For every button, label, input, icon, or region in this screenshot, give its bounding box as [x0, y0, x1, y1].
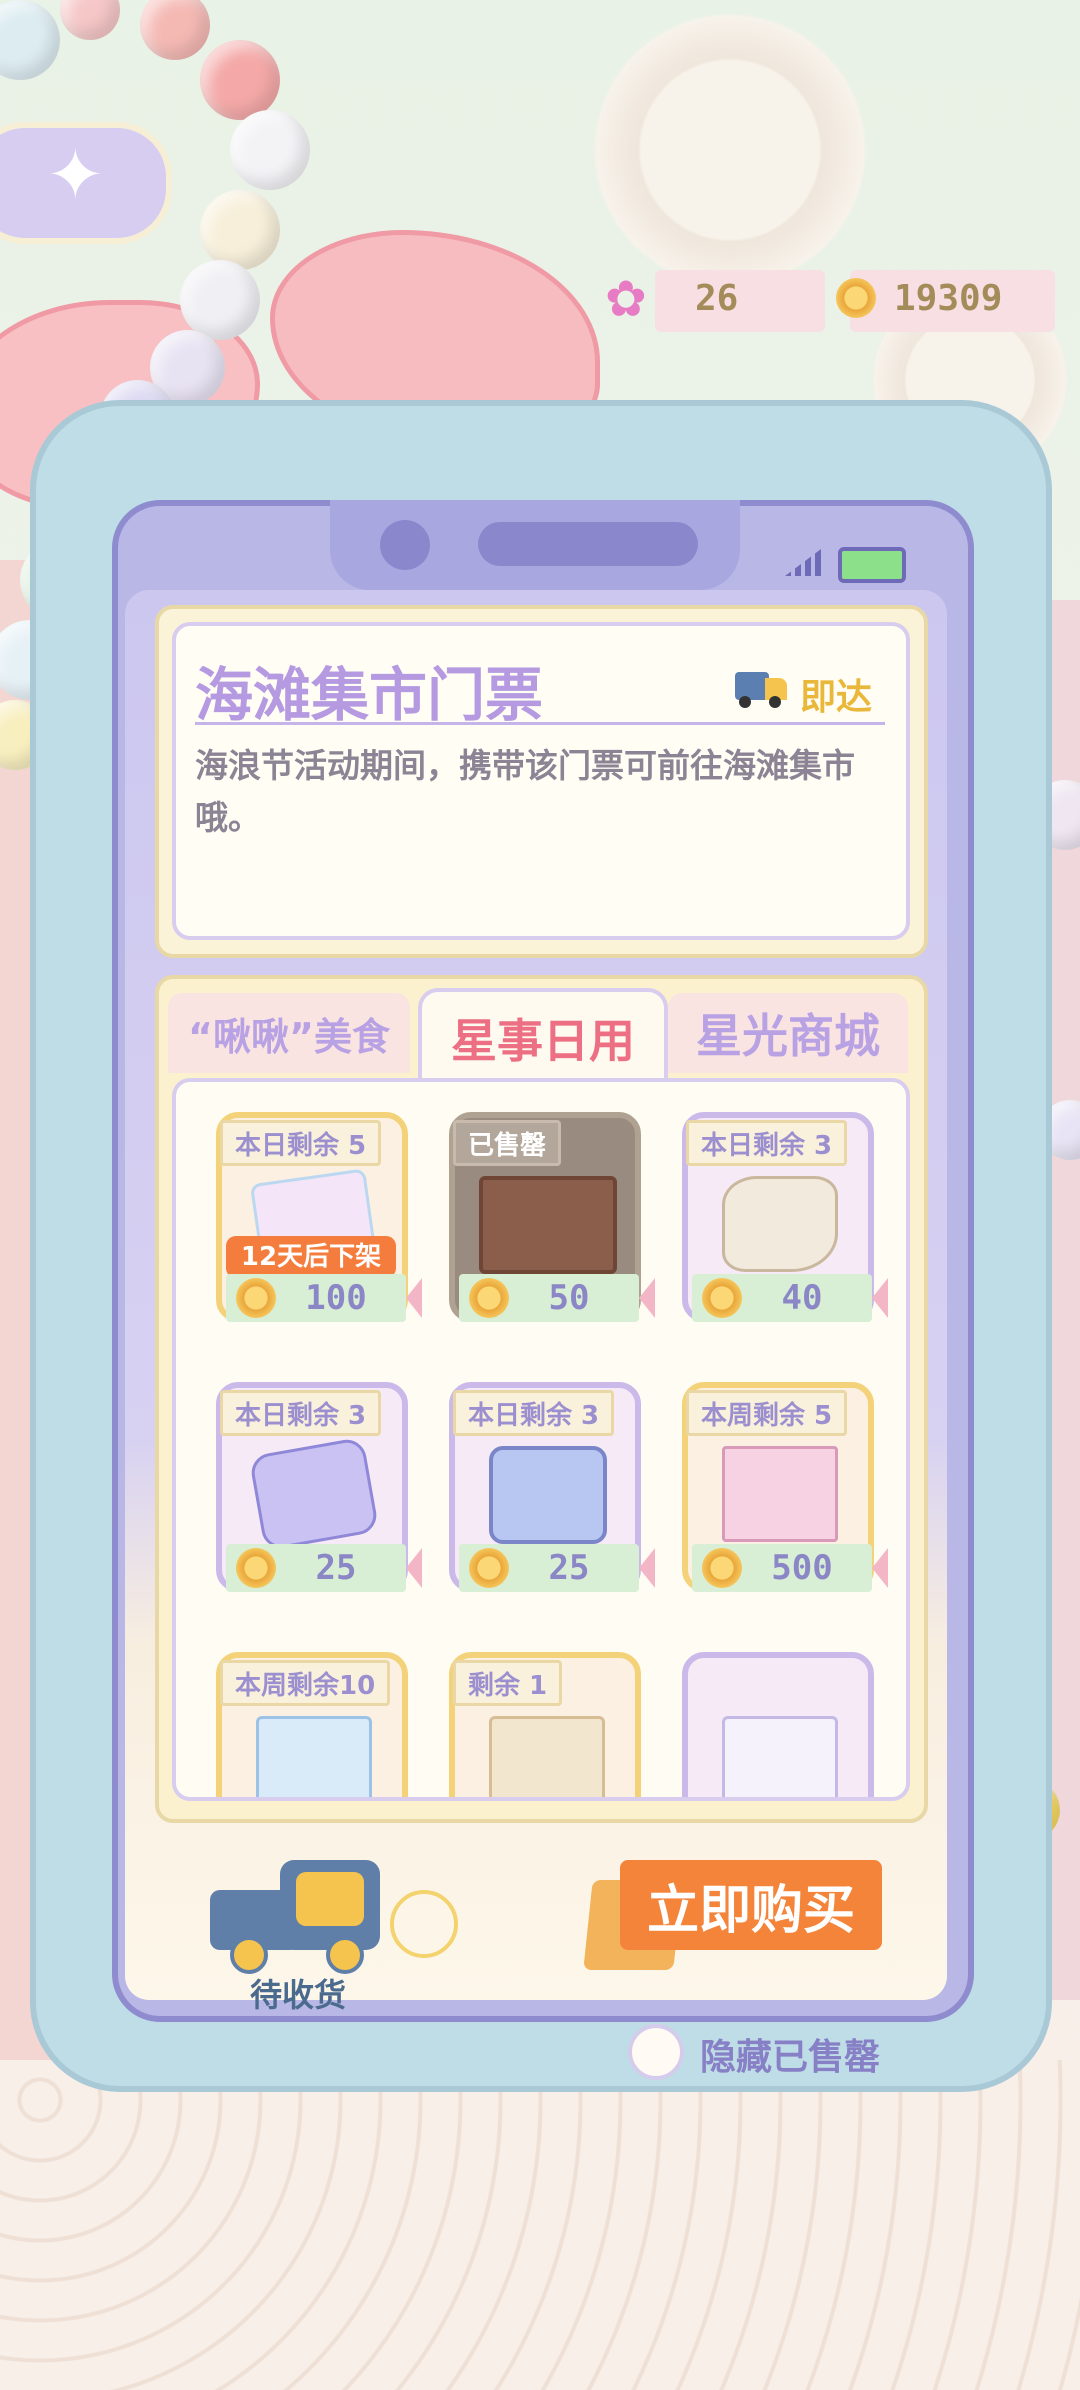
bead: [180, 260, 260, 340]
price-tag: 40: [692, 1274, 872, 1322]
coin-icon: [469, 1548, 509, 1588]
shop-item[interactable]: 本周剩余 5 500: [682, 1382, 888, 1606]
price-tag: 25: [459, 1544, 639, 1592]
shop-item[interactable]: [682, 1652, 874, 1797]
delivery-label: 即达: [800, 677, 873, 718]
delivery-truck-icon: [210, 1850, 380, 1974]
speaker-bar: [478, 522, 698, 566]
coin-icon: [836, 278, 876, 318]
pillow-item-icon: [248, 1436, 380, 1552]
compass-star-icon: ✦: [46, 134, 105, 216]
bead: [200, 190, 280, 270]
hide-sold-out-toggle[interactable]: 隐藏已售罄: [628, 2020, 908, 2082]
gem-amount: 26: [695, 278, 739, 319]
stock-tag: 剩余 1: [453, 1660, 563, 1706]
bead: [140, 0, 210, 60]
bead: [60, 0, 120, 40]
coin-icon: [236, 1548, 276, 1588]
shop-item[interactable]: 本日剩余 3 40: [682, 1112, 888, 1336]
stock-tag: 本周剩余 5: [686, 1390, 848, 1436]
bottom-lace: [0, 2060, 1080, 2390]
coin-counter: 19309: [830, 266, 1055, 336]
note-item-icon: [722, 1716, 838, 1797]
cabinet-item-icon: [479, 1176, 617, 1274]
title-underline: [195, 722, 885, 725]
shop-item[interactable]: 本日剩余 3 25: [216, 1382, 422, 1606]
gem-counter: ✿ 26: [605, 266, 825, 336]
back-button[interactable]: ✦: [0, 122, 172, 244]
item-grid: 本日剩余 5 12天后下架 100 已售罄 50 本日剩余 3 40 本日剩余 …: [172, 1078, 910, 1801]
checkbox[interactable]: [628, 2024, 684, 2080]
magic-print-item-icon: [722, 1446, 838, 1542]
price-tag: 50: [459, 1274, 639, 1322]
tab-starlight-mall[interactable]: 星光商城: [668, 993, 908, 1073]
ticket-description: 海浪节活动期间，携带该门票可前往海滩集市哦。: [195, 746, 855, 837]
delivery-truck-icon: [735, 672, 787, 708]
delist-badge: 12天后下架: [226, 1236, 396, 1278]
shop-item[interactable]: 剩余 1: [449, 1652, 641, 1797]
gem-flower-icon: ✿: [605, 270, 647, 328]
sold-out-tag: 已售罄: [453, 1120, 562, 1166]
buy-now-label: 立即购买: [646, 1880, 855, 1941]
stock-tag: 本日剩余 3: [686, 1120, 848, 1166]
tab-food[interactable]: “啾啾”美食: [168, 993, 410, 1073]
pending-delivery-button[interactable]: 待收货: [210, 1850, 470, 2014]
cloth-item-icon: [722, 1176, 838, 1272]
price-tag: 100: [226, 1274, 406, 1322]
stock-tag: 本周剩余10: [220, 1660, 391, 1706]
tab-daily[interactable]: 星事日用: [418, 988, 668, 1084]
diy-item-icon: [256, 1716, 372, 1797]
coin-icon: [236, 1278, 276, 1318]
battery-icon: [838, 547, 906, 583]
price-tag: 25: [226, 1544, 406, 1592]
shop-item[interactable]: 已售罄 50: [449, 1112, 655, 1336]
case-item-icon: [489, 1446, 607, 1544]
buy-now-button[interactable]: 立即购买: [620, 1860, 882, 1950]
stock-tag: 本日剩余 3: [453, 1390, 615, 1436]
bead: [230, 110, 310, 190]
coin-amount: 19309: [894, 278, 1003, 319]
stock-tag: 本日剩余 5: [220, 1120, 382, 1166]
camera-dot: [380, 520, 430, 570]
bead: [200, 40, 280, 120]
bead: [0, 0, 60, 80]
coin-icon: [702, 1548, 742, 1588]
shop-item[interactable]: 本日剩余 3 25: [449, 1382, 655, 1606]
price-tag: 500: [692, 1544, 872, 1592]
hide-sold-out-label: 隐藏已售罄: [700, 2037, 881, 2078]
box-item-icon: [489, 1716, 605, 1797]
pending-label: 待收货: [250, 1976, 347, 2014]
shop-item[interactable]: 本周剩余10: [216, 1652, 408, 1797]
smoke-puff-icon: [390, 1890, 458, 1958]
coin-icon: [702, 1278, 742, 1318]
ticket-title: 海滩集市门票: [195, 661, 544, 729]
stock-tag: 本日剩余 3: [220, 1390, 382, 1436]
shop-item[interactable]: 本日剩余 5 12天后下架 100: [216, 1112, 422, 1336]
coin-icon: [469, 1278, 509, 1318]
